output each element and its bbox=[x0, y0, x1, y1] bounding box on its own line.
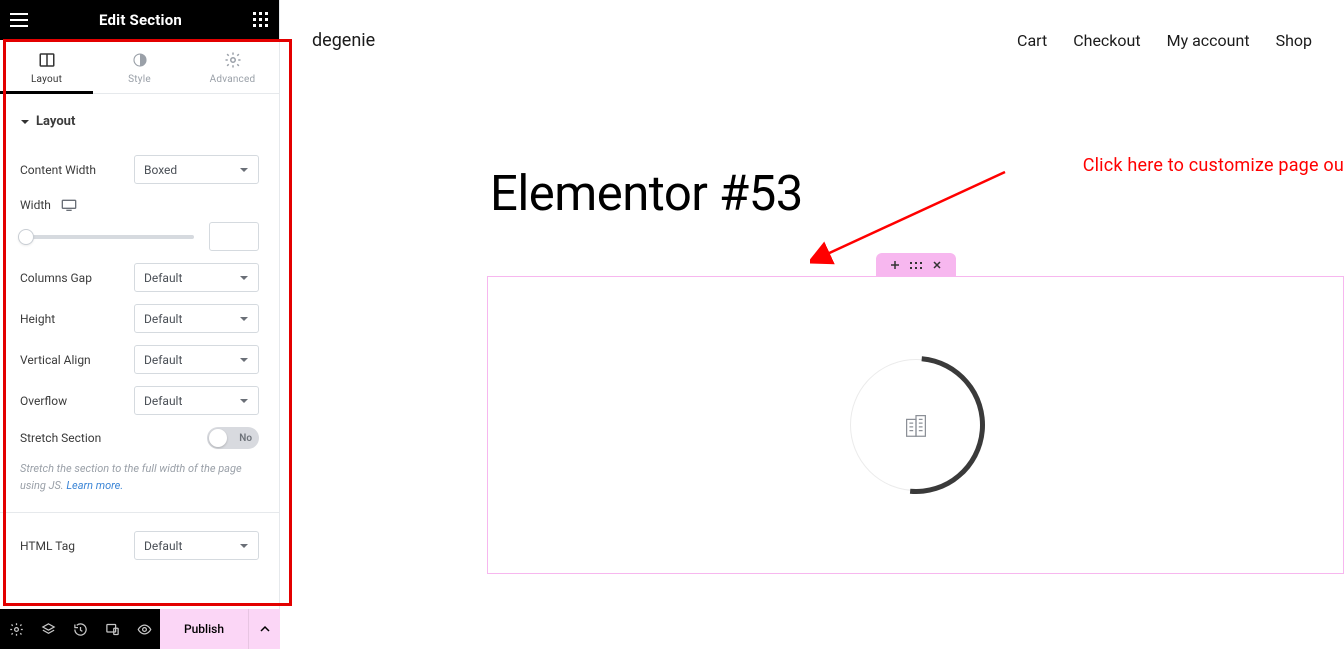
tab-advanced-label: Advanced bbox=[186, 74, 279, 85]
edit-section-button[interactable] bbox=[910, 259, 922, 271]
slider-width-wrap bbox=[20, 222, 259, 251]
panel-header: Edit Section bbox=[0, 0, 279, 40]
nav-my-account[interactable]: My account bbox=[1167, 31, 1250, 50]
label-content-width: Content Width bbox=[20, 163, 96, 177]
chevron-down-icon bbox=[239, 165, 249, 175]
nav-cart[interactable]: Cart bbox=[1017, 31, 1047, 50]
spinner-icon bbox=[818, 328, 1012, 522]
tab-layout-label: Layout bbox=[0, 74, 93, 85]
select-html-tag[interactable]: Default bbox=[134, 531, 259, 560]
tab-style-label: Style bbox=[93, 74, 186, 85]
panel-body: Layout Content Width Boxed Width Columns… bbox=[0, 94, 279, 609]
section-handle[interactable] bbox=[876, 253, 956, 277]
label-vertical-align: Vertical Align bbox=[20, 353, 91, 367]
loading-widget bbox=[850, 359, 982, 491]
row-width: Width bbox=[20, 198, 259, 212]
row-content-width: Content Width Boxed bbox=[20, 155, 259, 184]
select-columns-gap-value: Default bbox=[144, 271, 182, 285]
chevron-down-icon bbox=[239, 273, 249, 283]
grip-icon bbox=[910, 262, 922, 269]
widgets-grid-icon[interactable] bbox=[253, 12, 269, 28]
chevron-down-icon bbox=[239, 541, 249, 551]
layers-icon bbox=[41, 622, 56, 637]
row-columns-gap: Columns Gap Default bbox=[20, 263, 259, 292]
delete-section-button[interactable] bbox=[931, 259, 943, 271]
editor-panel: Edit Section Layout Style Advanced bbox=[0, 0, 280, 609]
separator bbox=[0, 512, 279, 513]
label-html-tag: HTML Tag bbox=[20, 539, 75, 553]
stretch-help-text: Stretch the section to the full width of… bbox=[20, 461, 259, 494]
label-height: Height bbox=[20, 312, 55, 326]
footer-responsive-button[interactable] bbox=[96, 609, 128, 649]
panel-tabs: Layout Style Advanced bbox=[0, 40, 279, 94]
footer-navigator-button[interactable] bbox=[32, 609, 64, 649]
plus-icon bbox=[890, 260, 900, 270]
select-height-value: Default bbox=[144, 312, 182, 326]
gear-icon bbox=[9, 622, 24, 637]
label-columns-gap: Columns Gap bbox=[20, 271, 92, 285]
caret-down-icon bbox=[20, 117, 30, 127]
nav-checkout[interactable]: Checkout bbox=[1073, 31, 1140, 50]
add-section-button[interactable] bbox=[889, 259, 901, 271]
style-icon bbox=[131, 51, 149, 69]
stretch-help-body: Stretch the section to the full width of… bbox=[20, 462, 242, 492]
site-navlinks: Cart Checkout My account Shop bbox=[1017, 31, 1312, 50]
site-topnav: degenie Cart Checkout My account Shop bbox=[280, 30, 1344, 51]
eye-icon bbox=[137, 622, 152, 637]
row-stretch: Stretch Section No bbox=[20, 427, 259, 449]
accordion-layout[interactable]: Layout bbox=[20, 94, 259, 143]
select-height[interactable]: Default bbox=[134, 304, 259, 333]
chevron-down-icon bbox=[239, 396, 249, 406]
panel-title: Edit Section bbox=[99, 11, 182, 29]
footer-settings-button[interactable] bbox=[0, 609, 32, 649]
preview-canvas: degenie Cart Checkout My account Shop El… bbox=[280, 0, 1344, 649]
select-overflow-value: Default bbox=[144, 394, 182, 408]
publish-button[interactable]: Publish bbox=[160, 609, 248, 649]
toggle-stretch-value: No bbox=[239, 433, 252, 444]
history-icon bbox=[73, 622, 88, 637]
input-width[interactable] bbox=[209, 222, 259, 251]
publish-options-button[interactable] bbox=[248, 609, 280, 649]
row-overflow: Overflow Default bbox=[20, 386, 259, 415]
responsive-icon bbox=[105, 622, 120, 637]
footer-preview-button[interactable] bbox=[128, 609, 160, 649]
tab-advanced[interactable]: Advanced bbox=[186, 40, 279, 93]
label-width: Width bbox=[20, 198, 51, 212]
select-vertical-align[interactable]: Default bbox=[134, 345, 259, 374]
select-columns-gap[interactable]: Default bbox=[134, 263, 259, 292]
tab-style[interactable]: Style bbox=[93, 40, 186, 93]
select-vertical-align-value: Default bbox=[144, 353, 182, 367]
annotation-text: Click here to customize page ou bbox=[1083, 155, 1344, 176]
chevron-down-icon bbox=[239, 355, 249, 365]
select-html-tag-value: Default bbox=[144, 539, 182, 553]
toggle-stretch[interactable]: No bbox=[207, 427, 259, 449]
site-brand[interactable]: degenie bbox=[312, 30, 375, 51]
select-content-width[interactable]: Boxed bbox=[134, 155, 259, 184]
chevron-up-icon bbox=[260, 624, 270, 634]
section-wrapper bbox=[487, 253, 1344, 574]
row-vertical-align: Vertical Align Default bbox=[20, 345, 259, 374]
page-title: Elementor #53 bbox=[490, 165, 803, 222]
desktop-icon[interactable] bbox=[61, 199, 77, 211]
footer-history-button[interactable] bbox=[64, 609, 96, 649]
label-stretch: Stretch Section bbox=[20, 431, 101, 445]
chevron-down-icon bbox=[239, 314, 249, 324]
nav-shop[interactable]: Shop bbox=[1276, 31, 1312, 50]
row-height: Height Default bbox=[20, 304, 259, 333]
row-html-tag: HTML Tag Default bbox=[20, 531, 259, 560]
menu-icon[interactable] bbox=[10, 13, 28, 27]
close-icon bbox=[932, 260, 942, 270]
select-content-width-value: Boxed bbox=[144, 163, 177, 177]
layout-icon bbox=[38, 51, 56, 69]
learn-more-link[interactable]: Learn more. bbox=[66, 479, 123, 492]
select-overflow[interactable]: Default bbox=[134, 386, 259, 415]
tab-layout[interactable]: Layout bbox=[0, 40, 93, 93]
gear-icon bbox=[224, 51, 242, 69]
accordion-title: Layout bbox=[36, 114, 75, 129]
slider-width[interactable] bbox=[20, 225, 194, 249]
section-box[interactable] bbox=[487, 276, 1344, 574]
label-overflow: Overflow bbox=[20, 394, 67, 408]
panel-footer: Publish bbox=[0, 609, 280, 649]
